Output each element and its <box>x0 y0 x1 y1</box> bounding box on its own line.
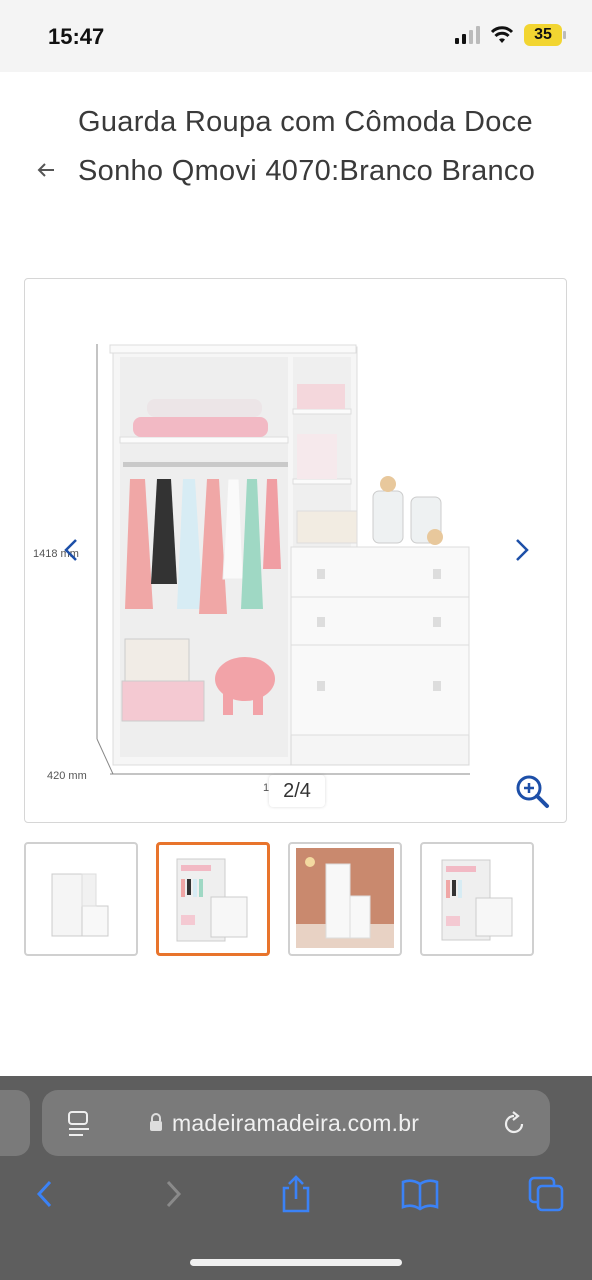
thumbnail-3[interactable] <box>288 842 402 956</box>
wifi-icon <box>490 26 514 43</box>
chevron-left-icon[interactable] <box>57 535 87 565</box>
zoom-in-icon[interactable] <box>514 773 550 809</box>
browser-toolbar: madeiramadeira.com.br <box>0 1076 592 1280</box>
page-header: Guarda Roupa com Cômoda Doce Sonho Qmovi… <box>0 72 592 272</box>
home-indicator <box>190 1259 402 1266</box>
page-menu-icon[interactable] <box>66 1110 92 1138</box>
back-arrow-icon[interactable] <box>34 158 58 182</box>
battery-icon: 35 <box>524 24 566 46</box>
previous-tab-sliver[interactable] <box>0 1090 30 1156</box>
thumbnail-image <box>176 858 248 942</box>
reload-icon[interactable] <box>500 1110 528 1138</box>
image-counter: 2/4 <box>269 775 325 807</box>
thumbnail-strip <box>24 842 544 956</box>
share-icon[interactable] <box>276 1174 316 1214</box>
thumbnail-4[interactable] <box>420 842 534 956</box>
tabs-icon[interactable] <box>526 1174 566 1214</box>
address-bar[interactable]: madeiramadeira.com.br <box>42 1090 550 1156</box>
product-title: Guarda Roupa com Cômoda Doce Sonho Qmovi… <box>78 106 536 187</box>
thumbnail-image <box>441 859 513 941</box>
chevron-right-icon[interactable] <box>506 535 536 565</box>
dimension-depth-label: 420 mm <box>47 770 87 782</box>
bookmarks-icon[interactable] <box>400 1174 440 1214</box>
thumbnail-image <box>296 848 394 948</box>
status-time: 15:47 <box>48 24 105 49</box>
status-icons: 35 <box>455 24 566 46</box>
thumbnail-1[interactable] <box>24 842 138 956</box>
thumbnail-image <box>51 873 109 937</box>
back-icon[interactable] <box>26 1174 66 1214</box>
browser-nav-row <box>0 1174 592 1224</box>
cellular-signal-icon <box>455 26 480 44</box>
thumbnail-2[interactable] <box>156 842 270 956</box>
forward-icon[interactable] <box>152 1174 192 1214</box>
status-bar: 15:47 35 <box>0 0 592 72</box>
product-image-gallery[interactable]: 1418 mm 420 mm 1 2/4 <box>24 278 567 823</box>
lock-icon <box>150 1113 162 1131</box>
url-text: madeiramadeira.com.br <box>172 1110 420 1136</box>
product-image: 1418 mm 420 mm 1 <box>33 344 470 794</box>
